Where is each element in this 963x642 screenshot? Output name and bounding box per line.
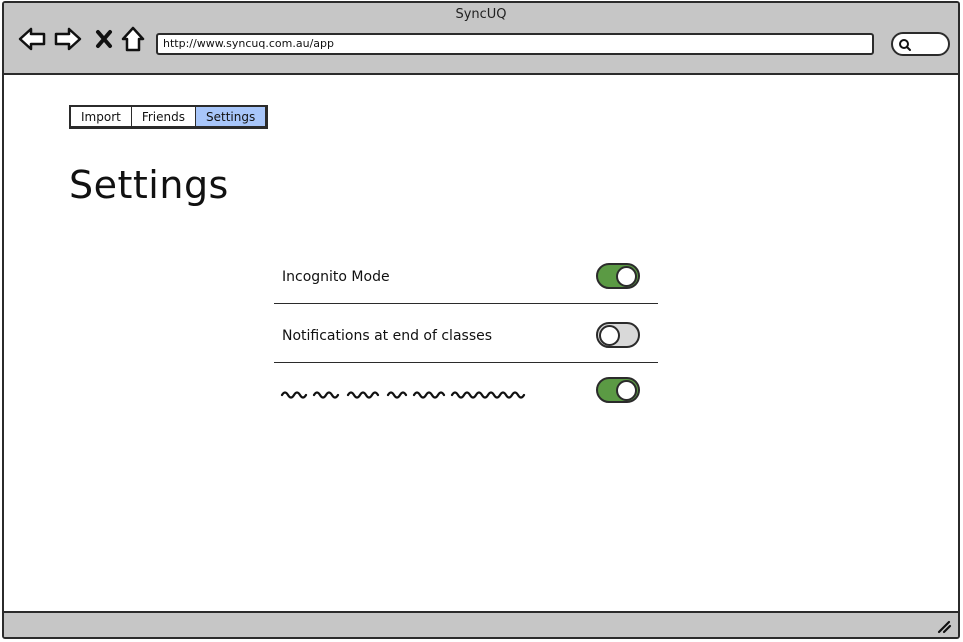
arrow-left-icon [18, 27, 46, 51]
resize-grip-icon[interactable] [936, 618, 952, 634]
arrow-right-icon [54, 27, 82, 51]
settings-list: Incognito Mode Notifications at end of c… [274, 245, 658, 422]
address-bar[interactable]: http://www.syncuq.com.au/app [156, 33, 874, 55]
setting-row-placeholder [274, 363, 658, 422]
tab-import[interactable]: Import [71, 107, 132, 126]
home-button[interactable] [119, 25, 147, 53]
toggle-knob [599, 325, 620, 346]
browser-window: SyncUQ http://www.syncuq.com.au/app Impo… [2, 1, 960, 639]
close-icon [96, 30, 112, 48]
setting-row-incognito: Incognito Mode [274, 245, 658, 304]
page-title: Settings [69, 163, 229, 207]
setting-row-notifications: Notifications at end of classes [274, 304, 658, 363]
browser-chrome: SyncUQ http://www.syncuq.com.au/app [4, 3, 958, 75]
stop-button[interactable] [90, 25, 118, 53]
search-button[interactable] [891, 32, 950, 56]
notifications-toggle[interactable] [596, 322, 640, 348]
forward-button[interactable] [54, 25, 82, 53]
tab-settings[interactable]: Settings [195, 107, 266, 126]
placeholder-scribble [280, 391, 526, 399]
toggle-knob [616, 380, 637, 401]
status-bar [4, 611, 958, 637]
window-title: SyncUQ [455, 7, 507, 22]
tab-friends[interactable]: Friends [132, 107, 196, 126]
home-icon [121, 26, 145, 52]
setting-label: Incognito Mode [282, 269, 390, 285]
setting-label: Notifications at end of classes [282, 328, 493, 344]
placeholder-toggle[interactable] [596, 377, 640, 403]
back-button[interactable] [18, 25, 46, 53]
search-icon [899, 39, 911, 51]
incognito-toggle[interactable] [596, 263, 640, 289]
toggle-knob [616, 266, 637, 287]
tab-bar: Import Friends Settings [69, 105, 269, 129]
